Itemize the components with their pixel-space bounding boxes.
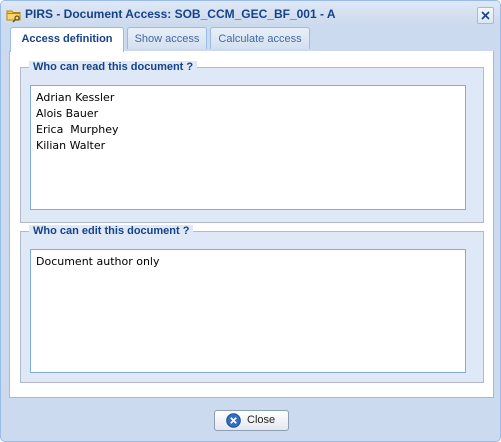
reader-line: Kilian Walter bbox=[36, 139, 106, 152]
reader-line: Erica Murphey bbox=[36, 123, 119, 136]
tab-strip: Access definition Show access Calculate … bbox=[9, 27, 494, 52]
window-footer: Close bbox=[1, 398, 500, 441]
read-access-textarea[interactable]: Adrian Kessler Alois Bauer Erica Murphey… bbox=[30, 85, 466, 210]
tab-calculate-access[interactable]: Calculate access bbox=[210, 27, 310, 49]
close-button[interactable]: Close bbox=[214, 410, 289, 431]
tab-panel-body: Who can read this document ? Adrian Kess… bbox=[9, 51, 494, 398]
window-title: PIRS - Document Access: SOB_CCM_GEC_BF_0… bbox=[25, 7, 336, 21]
edit-access-legend: Who can edit this document ? bbox=[29, 225, 194, 237]
document-access-window: PIRS - Document Access: SOB_CCM_GEC_BF_0… bbox=[0, 0, 501, 442]
edit-access-textarea[interactable]: Document author only bbox=[30, 249, 466, 373]
window-titlebar[interactable]: PIRS - Document Access: SOB_CCM_GEC_BF_0… bbox=[1, 1, 500, 27]
reader-line: Adrian Kessler bbox=[36, 91, 115, 104]
tab-show-access[interactable]: Show access bbox=[127, 27, 207, 49]
editor-line: Document author only bbox=[36, 255, 160, 268]
edit-access-fieldset: Who can edit this document ? Document au… bbox=[20, 225, 484, 383]
tab-access-definition[interactable]: Access definition bbox=[10, 27, 124, 52]
cancel-circle-icon bbox=[226, 413, 241, 428]
close-button-label: Close bbox=[247, 414, 276, 426]
close-icon[interactable] bbox=[477, 7, 494, 24]
folder-key-icon bbox=[6, 7, 22, 23]
reader-line: Alois Bauer bbox=[36, 107, 99, 120]
read-access-legend: Who can read this document ? bbox=[29, 61, 198, 73]
read-access-fieldset: Who can read this document ? Adrian Kess… bbox=[20, 61, 484, 223]
